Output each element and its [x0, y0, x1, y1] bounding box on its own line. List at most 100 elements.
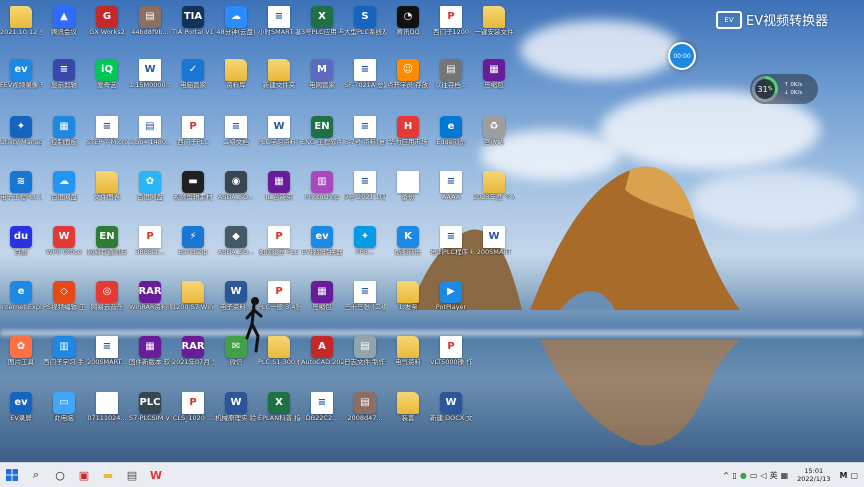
desktop-icon[interactable]: ♻ 回收站	[473, 114, 515, 158]
desktop-icon[interactable]: evFEV视频录像 转换器	[0, 57, 42, 101]
wechat-tray-icon[interactable]: ●	[740, 471, 747, 480]
desktop-icon[interactable]: du 百度	[0, 224, 42, 268]
desktop-icon[interactable]: ≡培训PLC程序 编程手...	[430, 224, 472, 268]
desktop-icon[interactable]: 2023年度 个人材料	[473, 169, 515, 213]
desktop-icon[interactable]: ▤ 44bd8f9b...	[129, 4, 171, 48]
desktop-icon[interactable]: ◔ 腾讯QQ	[387, 4, 429, 48]
desktop-icon[interactable]: WPLC学习资料 有新版	[258, 114, 300, 158]
desktop-icon[interactable]: ✦ FPS...	[344, 224, 386, 268]
desktop-icon[interactable]: ≡三十三张 (二级)一二	[344, 279, 386, 323]
desktop-icon[interactable]: ▦ 控制面板	[43, 114, 85, 158]
desktop-icon[interactable]: P 西门子1200	[430, 4, 472, 48]
desktop-icon[interactable]: ≡ AAAA	[430, 169, 472, 213]
notification-icon[interactable]: ▢	[850, 471, 858, 480]
input-method-indicator[interactable]: 英	[770, 470, 778, 481]
performance-widget[interactable]: 31% ↑ 0K/s ↓ 0K/s	[750, 74, 818, 104]
windows-start-button[interactable]	[0, 463, 24, 487]
volume-icon[interactable]: ◁	[760, 471, 766, 480]
desktop-icon[interactable]: 新建文件夹	[258, 57, 300, 101]
desktop-icon[interactable]: 1200 S7 WinCC...	[172, 279, 214, 323]
desktop-icon[interactable]: W 200SMART	[473, 224, 515, 268]
desktop-icon[interactable]: 一键安装文件	[473, 4, 515, 48]
desktop-icon[interactable]: ▥ Photoshop	[301, 169, 343, 213]
desktop-icon[interactable]: PLC S1-300 作业分享	[258, 334, 300, 378]
desktop-icon[interactable]: eInternet Explorer	[0, 279, 42, 323]
ev-tray-icon[interactable]: M	[839, 471, 847, 480]
record-timer-button[interactable]: 00:00	[668, 42, 696, 70]
desktop-icon[interactable]: ▬ 视频剪辑素材	[172, 169, 214, 213]
desktop-icon[interactable]: ev EV视频转换器	[301, 224, 343, 268]
desktop-icon[interactable]: ev EV录屏	[0, 390, 42, 434]
desktop-icon[interactable]: ▭ 此电脑	[43, 390, 85, 434]
desktop-icon[interactable]: RAR2021年07月 分析资料	[172, 334, 214, 378]
phone-link-icon[interactable]: ▯	[732, 471, 736, 480]
desktop-icon[interactable]: ≡6-7号 资料(复制)	[344, 114, 386, 158]
desktop-icon[interactable]: ≋电子工程PLC 编程视频	[0, 169, 42, 213]
desktop-icon[interactable]: 资料库	[215, 57, 257, 101]
desktop-icon[interactable]: TIA TIA Portal V16	[172, 4, 214, 48]
desktop-icon[interactable]: ≡ 200SMART...	[86, 334, 128, 378]
desktop-icon[interactable]: G GX Works2	[86, 4, 128, 48]
search-button[interactable]: ⌕	[24, 463, 48, 487]
desktop-icon[interactable]: ◉ ASDA_SO...	[215, 169, 257, 213]
desktop-icon[interactable]: X3号PLC应用 与 人机交互...	[301, 4, 343, 48]
desktop-icon[interactable]: ▥西门子学习 手册	[43, 334, 85, 378]
desktop-icon[interactable]: ▲ 腾讯会议	[43, 4, 85, 48]
desktop-icon[interactable]: P CLS_1020 ...	[172, 390, 214, 434]
desktop-icon[interactable]: P 西门子PLC	[172, 114, 214, 158]
desktop-icon[interactable]: ◇PS视频编辑 工具	[43, 279, 85, 323]
desktop-icon[interactable]: ≡ DB22C2...	[301, 390, 343, 434]
desktop-icon[interactable]: ✿ 百度网盘	[129, 169, 171, 213]
desktop-icon[interactable]: 电气资料	[387, 334, 429, 378]
desktop-icon[interactable]: iQ 爱奇艺	[86, 57, 128, 101]
desktop-icon[interactable]: H 华为应用市场	[387, 114, 429, 158]
desktop-icon[interactable]: ▤ 以往存档...	[430, 57, 472, 101]
desktop-icon[interactable]: AAutoCAD 2020 - 简	[301, 334, 343, 378]
desktop-icon[interactable]: ◎ 网易云音乐	[86, 279, 128, 323]
desktop-icon[interactable]: ✿ 图片工具	[0, 334, 42, 378]
desktop-icon[interactable]: ◆ ASDA_SO...	[215, 224, 257, 268]
desktop-icon[interactable]: 备份	[387, 169, 429, 213]
desktop-icon[interactable]: ✦Utility Manager	[0, 114, 42, 158]
desktop-icon[interactable]: W WPS Office	[43, 224, 85, 268]
desktop-icon[interactable]: ≡9号-2021 1(新版)	[344, 169, 386, 213]
desktop-icon[interactable]: ▤ 2008d47...	[344, 390, 386, 434]
desktop-icon[interactable]: 文件图表	[86, 169, 128, 213]
desktop-icon[interactable]: P 如何建立 PLC	[258, 224, 300, 268]
desktop-icon[interactable]: ▶ PotPlayer	[430, 279, 472, 323]
desktop-icon[interactable]: ⚡ BandiZip	[172, 224, 214, 268]
desktop-icon[interactable]: XEPLAN科普 指南	[258, 390, 300, 434]
desktop-icon[interactable]: 1.发票	[387, 279, 429, 323]
desktop-icon[interactable]: EN ENG 工程软件	[301, 114, 343, 158]
desktop-icon[interactable]: W新建 DOCX 文档	[430, 390, 472, 434]
desktop-icon[interactable]: EN 网易有道词典	[86, 224, 128, 268]
desktop-icon[interactable]: W机械原理实 验(整理版)	[215, 390, 257, 434]
desktop-icon[interactable]: ▦ 压缩包	[473, 57, 515, 101]
desktop-icon[interactable]: M 电网管家	[301, 57, 343, 101]
desktop-icon[interactable]: ≡ 二级文档	[215, 114, 257, 158]
desktop-icon[interactable]: PVLT5000操 作说明(M...	[430, 334, 472, 378]
desktop-icon[interactable]: S大型PLC系统及 发	[344, 4, 386, 48]
desktop-icon[interactable]: e Edge浏览	[430, 114, 472, 158]
desktop-icon[interactable]: 07111024...	[86, 390, 128, 434]
network-icon[interactable]: ▭	[750, 471, 758, 480]
taskbar-app-explorer[interactable]: ▬	[96, 463, 120, 487]
cortana-button[interactable]: ○	[48, 463, 72, 487]
taskbar-app-mail[interactable]: ▣	[72, 463, 96, 487]
desktop-icon[interactable]: ▤日志文件 制作资料	[344, 334, 386, 378]
desktop-icon[interactable]: ☺点开学员 存放频 转换器	[387, 57, 429, 101]
desktop-icon[interactable]: 2021.10.12 全序2020	[0, 4, 42, 48]
taskbar-app-screenshot[interactable]: ▤	[120, 463, 144, 487]
desktop-icon[interactable]: PLCS7-PLCSIM V16	[129, 390, 171, 434]
desktop-icon[interactable]: ✓ 电脑管家	[172, 57, 214, 101]
desktop-icon[interactable]: ▦ B_台新实	[258, 169, 300, 213]
desktop-icon[interactable]: ☁ 百度网盘	[43, 169, 85, 213]
show-hidden-icons-button[interactable]: ^	[723, 471, 730, 480]
desktop-icon[interactable]: PPLC一般 3.4张(V1-一般)	[258, 279, 300, 323]
desktop-icon[interactable]: ▦固件新版本 软件包合集	[129, 334, 171, 378]
desktop-icon[interactable]: ≡小时SMART 基础学习通讯	[258, 4, 300, 48]
desktop-icon[interactable]: RARWinRAR资料 压缩	[129, 279, 171, 323]
desktop-icon[interactable]: ▤ a.bb4 1480...	[129, 114, 171, 158]
desktop-icon[interactable]: ≡STEP 7-MicroWIN	[86, 114, 128, 158]
desktop-icon[interactable]: ≡SF-7021A 总路(重建)	[344, 57, 386, 101]
